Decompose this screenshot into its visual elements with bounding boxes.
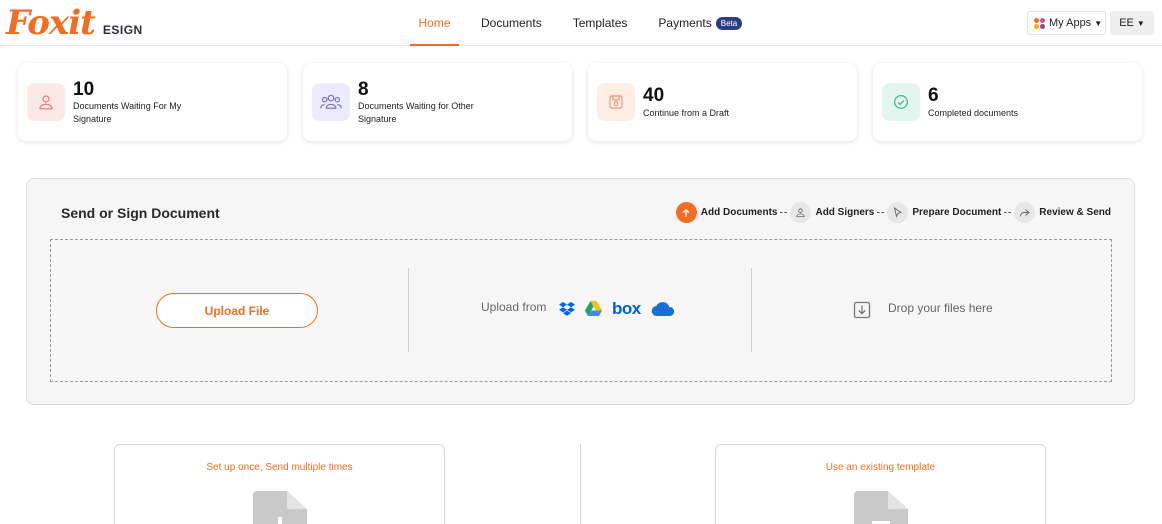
step-add-documents: Add Documents [675, 202, 778, 223]
step-label: Review & Send [1039, 207, 1111, 218]
drop-files-text: Drop your files here [888, 301, 993, 315]
send-or-sign-panel: Send or Sign Document Add Documents Add … [26, 178, 1135, 405]
user-menu-button[interactable]: EE ▼ [1110, 11, 1154, 35]
cloud-sources: box [559, 298, 685, 318]
box-icon[interactable]: box [612, 298, 641, 318]
panel-title: Send or Sign Document [61, 205, 220, 221]
share-icon [1014, 202, 1036, 223]
step-separator [780, 212, 788, 213]
nav-templates[interactable]: Templates [573, 0, 628, 46]
logo-subtitle: ESIGN [102, 23, 143, 37]
beta-badge: Beta [715, 16, 743, 30]
document-template-icon [854, 491, 908, 524]
existing-template-title: Use an existing template [825, 462, 936, 473]
step-review-send: Review & Send [1014, 202, 1111, 223]
upload-from-label: Upload from [481, 300, 547, 314]
logo-text: Foxit [6, 3, 96, 43]
main-nav: Home Documents Templates Payments Beta [410, 0, 743, 46]
onedrive-icon[interactable] [651, 301, 675, 316]
nav-payments[interactable]: Payments Beta [658, 0, 743, 46]
existing-template-card[interactable]: Use an existing template [715, 444, 1046, 524]
step-add-signers: Add Signers [790, 202, 874, 223]
stat-count: 40 [643, 85, 665, 106]
divider [408, 268, 409, 352]
stat-label: Documents Waiting for Other Signature [358, 101, 474, 124]
user-icon [27, 83, 65, 121]
dropbox-icon[interactable] [559, 301, 575, 316]
top-header: Foxit ESIGN Home Documents Templates Pay… [0, 0, 1162, 46]
cursor-icon [887, 202, 909, 223]
my-apps-label: My Apps [1049, 17, 1092, 29]
nav-home[interactable]: Home [410, 0, 459, 46]
divider [580, 444, 581, 524]
file-dropzone[interactable]: Upload File Upload from box Drop your fi… [50, 239, 1112, 382]
chevron-down-icon: ▼ [1094, 18, 1103, 28]
setup-template-title: Set up once, Send multiple times [206, 462, 353, 473]
upload-icon [675, 202, 697, 223]
step-separator [877, 212, 885, 213]
chevron-down-icon: ▼ [1136, 18, 1145, 28]
nav-documents[interactable]: Documents [481, 0, 542, 46]
stat-label: Continue from a Draft [643, 108, 730, 118]
my-apps-dropdown[interactable]: My Apps ▼ [1027, 11, 1106, 35]
box-icon-text: box [612, 298, 641, 318]
check-circle-icon [882, 83, 920, 121]
divider [751, 268, 752, 352]
step-label: Add Documents [700, 207, 778, 218]
stat-card-drafts[interactable]: 40 Continue from a Draft [588, 63, 857, 141]
nav-payments-label: Payments [658, 16, 712, 30]
stat-card-waiting-for-me[interactable]: 10 Documents Waiting For My Signature [18, 63, 287, 141]
user-icon [790, 202, 812, 223]
step-label: Prepare Document [912, 207, 1002, 218]
apps-grid-icon [1034, 17, 1045, 29]
step-prepare-document: Prepare Document [887, 202, 1001, 223]
stat-card-completed[interactable]: 6 Completed documents [873, 63, 1142, 141]
step-label: Add Signers [815, 207, 875, 218]
user-initials: EE [1119, 17, 1134, 29]
stat-count: 6 [928, 85, 939, 106]
google-drive-icon[interactable] [585, 301, 602, 316]
stat-count: 8 [358, 79, 369, 100]
stat-card-waiting-for-others[interactable]: 8 Documents Waiting for Other Signature [303, 63, 572, 141]
setup-template-card[interactable]: Set up once, Send multiple times [114, 444, 445, 524]
step-separator [1004, 212, 1012, 213]
upload-file-button[interactable]: Upload File [156, 293, 318, 328]
document-add-icon [253, 491, 307, 524]
save-icon [597, 83, 635, 121]
stat-label: Completed documents [928, 108, 1019, 118]
stat-label: Documents Waiting For My Signature [73, 101, 182, 124]
foxit-esign-logo[interactable]: Foxit ESIGN [6, 6, 143, 40]
download-tray-icon [853, 301, 871, 324]
stat-count: 10 [73, 79, 95, 100]
users-icon [312, 83, 350, 121]
workflow-steps: Add Documents Add Signers Prepare Docume… [675, 202, 1111, 223]
